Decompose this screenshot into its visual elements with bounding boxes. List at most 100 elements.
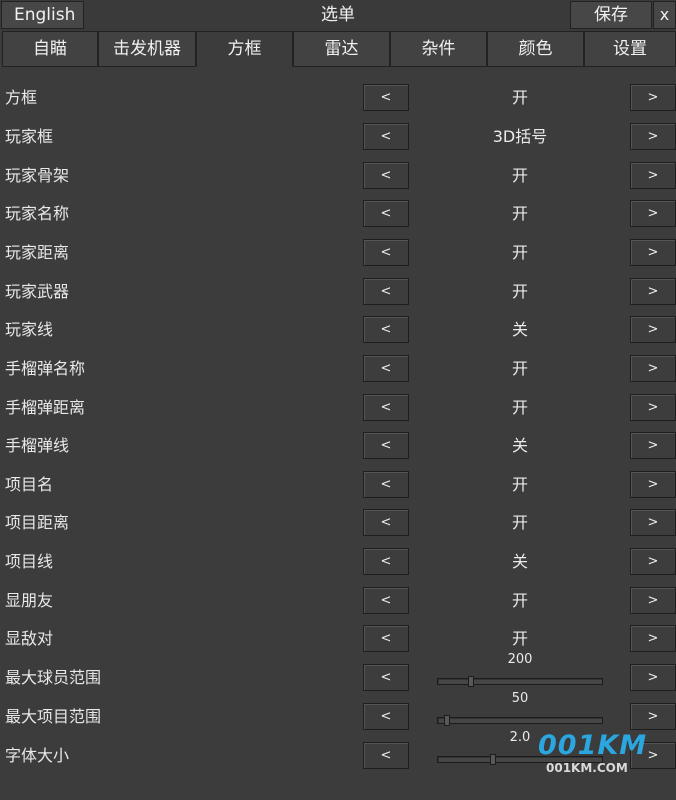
tab-colors[interactable]: 颜色 [487,31,584,67]
next-option-button[interactable]: > [630,239,676,266]
setting-label: 显敌对 [5,629,54,648]
slider-value: 200 [507,652,533,667]
setting-row-box: 方框 < 开 > [0,80,676,116]
increase-button[interactable]: > [630,703,676,730]
setting-row-player-box: 玩家框 < 3D括号 > [0,119,676,155]
decrease-button[interactable]: < [363,703,409,730]
watermark-logo: 001KM 001KM.COM [538,730,676,778]
setting-value: 开 [511,166,528,185]
setting-row-show-friends: 显朋友 < 开 > [0,583,676,619]
next-option-button[interactable]: > [630,278,676,305]
previous-option-button[interactable]: < [363,355,409,382]
previous-option-button[interactable]: < [363,162,409,189]
next-option-button[interactable]: > [630,509,676,536]
setting-label: 手榴弹名称 [5,359,86,378]
tab-settings[interactable]: 设置 [584,31,676,67]
setting-label: 方框 [5,88,38,107]
next-option-button[interactable]: > [630,123,676,150]
next-option-button[interactable]: > [630,162,676,189]
decrease-button[interactable]: < [363,742,409,769]
next-option-button[interactable]: > [630,394,676,421]
setting-value: 开 [511,204,528,223]
slider-label: 最大球员范围 [5,668,102,687]
save-button[interactable]: 保存 [570,1,652,29]
slider-thumb[interactable] [468,676,474,687]
previous-option-button[interactable]: < [363,200,409,227]
watermark-logo-text: 001KM [538,730,648,761]
setting-label: 玩家距离 [5,243,70,262]
setting-label: 手榴弹线 [5,436,70,455]
tab-bar: 自瞄 击发机器 方框 雷达 杂件 颜色 设置 [0,31,676,67]
setting-label: 玩家框 [5,127,54,146]
increase-button[interactable]: > [630,664,676,691]
previous-option-button[interactable]: < [363,394,409,421]
setting-label: 显朋友 [5,591,54,610]
next-option-button[interactable]: > [630,316,676,343]
previous-option-button[interactable]: < [363,123,409,150]
setting-row-grenade-line: 手榴弹线 < 关 > [0,428,676,464]
setting-row-player-skeleton: 玩家骨架 < 开 > [0,158,676,194]
setting-value: 关 [511,552,528,571]
setting-label: 玩家名称 [5,204,70,223]
setting-label: 手榴弹距离 [5,398,86,417]
setting-label: 玩家线 [5,320,54,339]
previous-option-button[interactable]: < [363,316,409,343]
next-option-button[interactable]: > [630,548,676,575]
tab-radar[interactable]: 雷达 [293,31,390,67]
slider-label: 最大项目范围 [5,707,102,726]
slider-label: 字体大小 [5,746,70,765]
tab-triggerbot[interactable]: 击发机器 [98,31,196,67]
slider-track[interactable] [437,715,603,726]
setting-label: 玩家骨架 [5,166,70,185]
tab-esp[interactable]: 方框 [196,31,293,67]
setting-row-item-line: 项目线 < 关 > [0,544,676,580]
setting-label: 项目距离 [5,513,70,532]
tab-aimbot[interactable]: 自瞄 [2,31,98,67]
setting-value: 开 [511,513,528,532]
setting-value: 开 [511,591,528,610]
setting-value: 关 [511,436,528,455]
setting-value: 开 [511,243,528,262]
setting-row-player-name: 玩家名称 < 开 > [0,196,676,232]
close-button[interactable]: x [653,1,676,29]
setting-label: 项目名 [5,475,54,494]
setting-value: 3D括号 [492,127,548,146]
watermark-site-text: 001KM.COM [546,761,628,775]
previous-option-button[interactable]: < [363,432,409,459]
next-option-button[interactable]: > [630,84,676,111]
next-option-button[interactable]: > [630,587,676,614]
setting-label: 项目线 [5,552,54,571]
setting-value: 关 [511,320,528,339]
previous-option-button[interactable]: < [363,239,409,266]
slider-track[interactable] [437,676,603,687]
next-option-button[interactable]: > [630,432,676,459]
english-language-button[interactable]: English [1,1,84,29]
slider-thumb[interactable] [490,754,496,765]
previous-option-button[interactable]: < [363,278,409,305]
previous-option-button[interactable]: < [363,471,409,498]
previous-option-button[interactable]: < [363,509,409,536]
slider-thumb[interactable] [444,715,450,726]
previous-option-button[interactable]: < [363,587,409,614]
setting-label: 玩家武器 [5,282,70,301]
previous-option-button[interactable]: < [363,548,409,575]
setting-row-player-distance: 玩家距离 < 开 > [0,235,676,271]
setting-value: 开 [511,475,528,494]
tab-misc[interactable]: 杂件 [390,31,487,67]
setting-row-grenade-name: 手榴弹名称 < 开 > [0,351,676,387]
title-bar: English 选单 保存 x [0,0,676,31]
setting-row-grenade-distance: 手榴弹距离 < 开 > [0,390,676,426]
next-option-button[interactable]: > [630,471,676,498]
decrease-button[interactable]: < [363,664,409,691]
next-option-button[interactable]: > [630,625,676,652]
setting-value: 开 [511,282,528,301]
setting-row-player-line: 玩家线 < 关 > [0,312,676,348]
previous-option-button[interactable]: < [363,84,409,111]
slider-value: 50 [511,691,529,706]
setting-row-player-weapon: 玩家武器 < 开 > [0,274,676,310]
next-option-button[interactable]: > [630,355,676,382]
next-option-button[interactable]: > [630,200,676,227]
previous-option-button[interactable]: < [363,625,409,652]
setting-row-item-distance: 项目距离 < 开 > [0,505,676,541]
setting-value: 开 [511,359,528,378]
